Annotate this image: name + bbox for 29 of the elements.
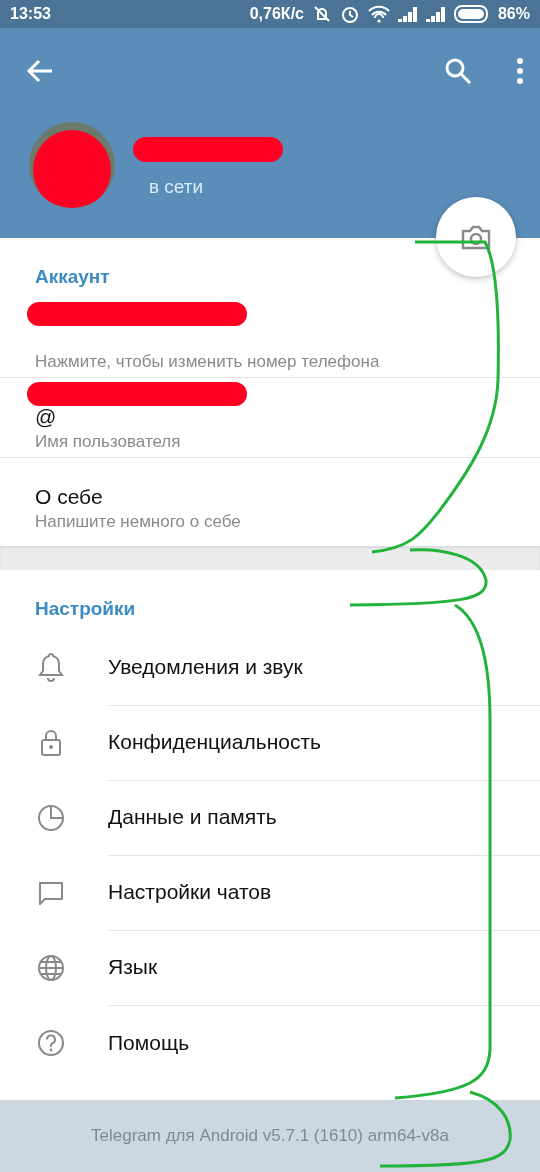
- settings-item[interactable]: Конфиденциальность: [108, 704, 540, 781]
- section-header: Аккаунт: [34, 266, 111, 289]
- settings-item[interactable]: Язык: [108, 929, 540, 1006]
- online-status: в сети: [149, 175, 205, 198]
- more-options-icon[interactable]: [516, 58, 524, 84]
- back-arrow-icon[interactable]: [26, 59, 54, 83]
- wifi-icon: [367, 5, 390, 23]
- row-subtitle: Имя пользователя: [35, 432, 182, 452]
- muted-bell-icon: [311, 4, 332, 24]
- battery-level: 86%: [497, 5, 530, 23]
- settings-item[interactable]: Настройки чатов: [108, 854, 540, 931]
- camera-icon: [460, 223, 492, 251]
- bell-icon: [35, 651, 67, 684]
- settings-item[interactable]: Уведомления и звук: [108, 629, 540, 706]
- row-subtitle: Нажмите, чтобы изменить номер телефона: [35, 352, 381, 372]
- battery-icon: [453, 5, 490, 23]
- row-title[interactable]: О себе: [35, 486, 103, 508]
- signal-icon: [397, 6, 418, 22]
- row-subtitle: Напишите немного о себе: [35, 512, 242, 532]
- settings-item[interactable]: Помощь: [108, 1005, 540, 1080]
- version-text: Telegram для Android v5.7.1 (1610) arm64-v8a: [91, 1126, 449, 1146]
- signal-icon: [425, 6, 446, 22]
- settings-item[interactable]: Данные и память: [108, 779, 540, 856]
- search-icon[interactable]: [444, 57, 472, 85]
- username-text: @: [35, 406, 57, 428]
- alarm-icon: [339, 4, 360, 24]
- clock: 13:53: [10, 5, 51, 23]
- network-speed: 0,76К/с: [249, 5, 304, 23]
- section-header: Настройки: [34, 598, 137, 621]
